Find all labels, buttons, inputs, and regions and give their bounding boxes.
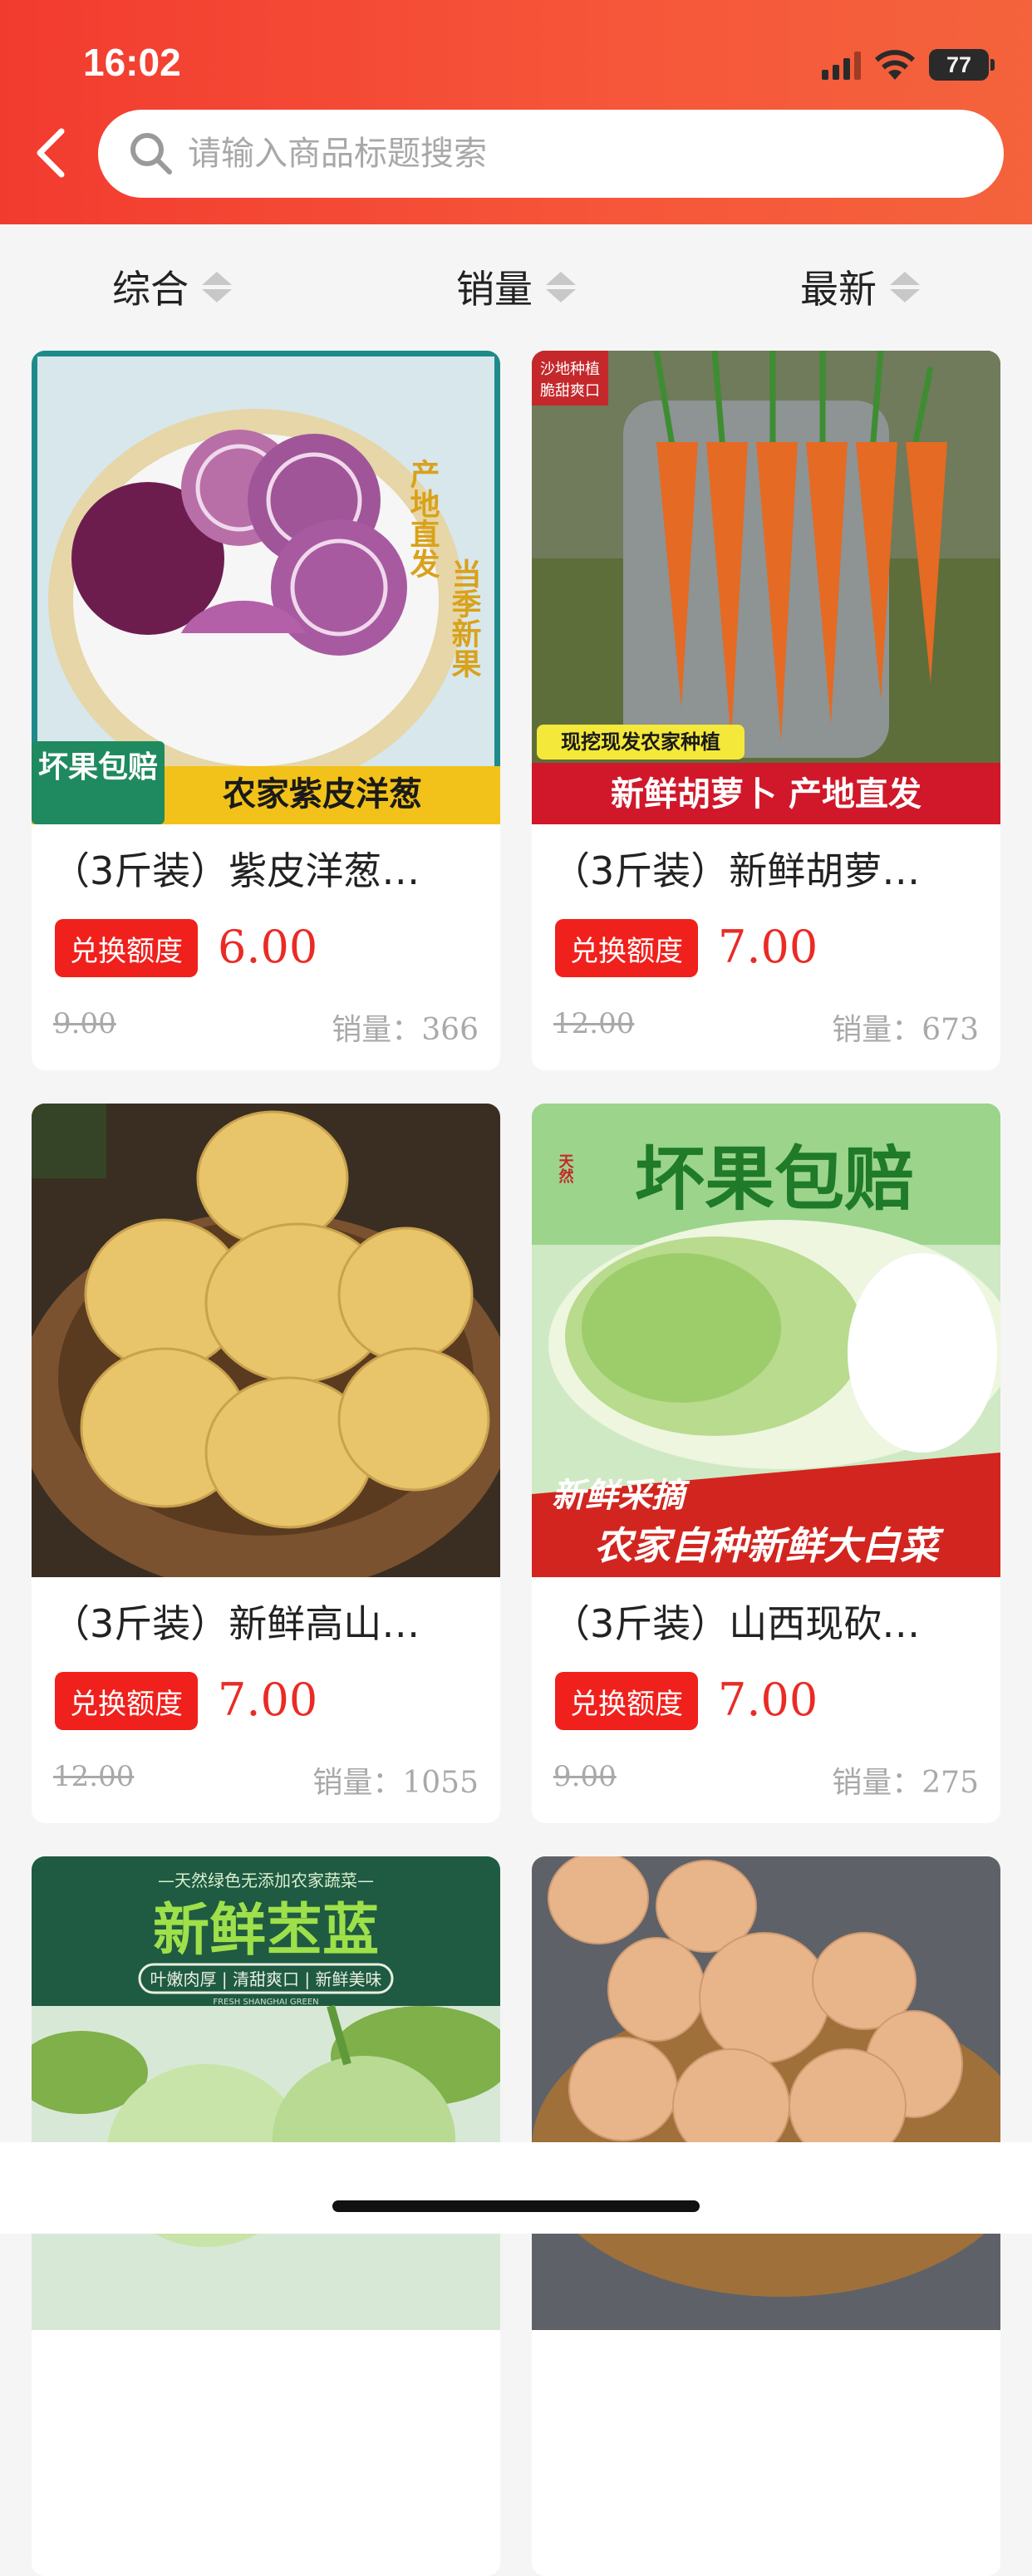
sort-sales[interactable]: 销量 [344, 224, 688, 349]
sort-label: 最新 [800, 267, 877, 312]
search-icon [130, 133, 172, 175]
sort-arrows-icon [546, 271, 576, 302]
sales-count: 销量：673 [832, 1013, 979, 1047]
product-price: 7.00 [718, 921, 818, 973]
image-tag-text: 现挖现发农家种植 [561, 730, 720, 754]
product-image-onion: 坏果包赔 农家紫皮洋葱 产地直发 当季新果 [32, 351, 500, 824]
sort-newest[interactable]: 最新 [688, 224, 1032, 349]
product-price: 6.00 [218, 921, 318, 973]
original-price: 12.00 [553, 1007, 635, 1040]
sort-label: 综合 [112, 267, 189, 312]
image-banner-text: 农家紫皮洋葱 [223, 775, 422, 814]
status-icons: 77 [822, 47, 995, 83]
search-box[interactable] [98, 110, 1004, 198]
wifi-icon [875, 50, 915, 80]
image-tag-text: 新鲜采摘 [552, 1477, 690, 1515]
original-price: 12.00 [53, 1760, 135, 1793]
product-image-potato [32, 1104, 500, 1577]
product-image-cabbage: 天然 坏果包赔 新鲜采摘 农家自种新鲜大白菜 [532, 1104, 1000, 1577]
sales-count: 销量：275 [832, 1766, 979, 1800]
bottom-safe-area [0, 2142, 1032, 2234]
exchange-badge: 兑换额度 [555, 1672, 698, 1730]
product-title: （3斤装）紫皮洋葱… [52, 848, 420, 893]
product-image-kohlrabi: —天然绿色无添加农家蔬菜— 新鲜苤蓝 叶嫩肉厚 | 清甜爽口 | 新鲜美味 FR… [32, 1856, 500, 2330]
original-price: 9.00 [53, 1007, 116, 1040]
home-indicator[interactable] [332, 2200, 700, 2212]
back-arrow-icon[interactable] [28, 123, 71, 183]
sort-label: 销量 [456, 267, 533, 312]
image-side-text: 产地直发 [405, 459, 440, 578]
cellular-signal-icon [822, 50, 861, 80]
original-price: 9.00 [553, 1760, 617, 1793]
exchange-badge: 兑换额度 [55, 1672, 198, 1730]
header-bar: 16:02 77 [0, 0, 1032, 224]
image-banner-text: 新鲜胡萝卜 产地直发 [611, 775, 921, 814]
sort-comprehensive[interactable]: 综合 [0, 224, 344, 349]
image-corner-text: 沙地种植 [540, 361, 600, 378]
product-card[interactable]: 沙地种植 脆甜爽口 现挖现发农家种植 新鲜胡萝卜 产地直发 （3斤装）新鲜胡萝…… [532, 351, 1000, 1070]
image-corner-text: 脆甜爽口 [540, 382, 600, 400]
status-time: 16:02 [83, 41, 181, 84]
product-price: 7.00 [718, 1674, 818, 1726]
exchange-badge: 兑换额度 [555, 919, 698, 977]
sort-arrows-icon [890, 271, 920, 302]
image-corner-text: 坏果包赔 [38, 750, 158, 784]
product-image-eggs [532, 1856, 1000, 2330]
product-image-carrot: 沙地种植 脆甜爽口 现挖现发农家种植 新鲜胡萝卜 产地直发 [532, 351, 1000, 824]
product-card[interactable]: 坏果包赔 农家紫皮洋葱 产地直发 当季新果 （3斤装）紫皮洋葱… 兑换额度 6.… [32, 351, 500, 1070]
image-en-text: FRESH SHANGHAI GREEN [213, 1998, 318, 2007]
product-price: 7.00 [218, 1674, 318, 1726]
sort-arrows-icon [202, 271, 232, 302]
image-seal-text: 天然 [557, 1153, 574, 1184]
sort-bar: 综合 销量 最新 [0, 224, 1032, 349]
image-headline-text: 坏果包赔 [635, 1138, 914, 1220]
image-side-text: 当季新果 [447, 558, 482, 678]
product-card[interactable]: （3斤装）新鲜高山… 兑换额度 7.00 12.00 销量：1055 [32, 1104, 500, 1823]
image-banner-text: 农家自种新鲜大白菜 [594, 1523, 945, 1568]
image-headline-text: 新鲜苤蓝 [153, 1898, 379, 1964]
search-input[interactable] [188, 135, 936, 173]
sales-count: 销量：366 [332, 1013, 479, 1047]
image-top-text: —天然绿色无添加农家蔬菜— [158, 1871, 374, 1890]
exchange-badge: 兑换额度 [55, 919, 198, 977]
battery-icon: 77 [929, 49, 995, 81]
product-title: （3斤装）新鲜胡萝… [552, 848, 921, 893]
image-sub-text: 叶嫩肉厚 | 清甜爽口 | 新鲜美味 [150, 1969, 382, 1989]
product-title: （3斤装）山西现砍… [552, 1601, 921, 1646]
product-title: （3斤装）新鲜高山… [52, 1601, 420, 1646]
sales-count: 销量：1055 [312, 1766, 479, 1800]
product-card[interactable]: 天然 坏果包赔 新鲜采摘 农家自种新鲜大白菜 （3斤装）山西现砍… 兑换额度 7… [532, 1104, 1000, 1823]
